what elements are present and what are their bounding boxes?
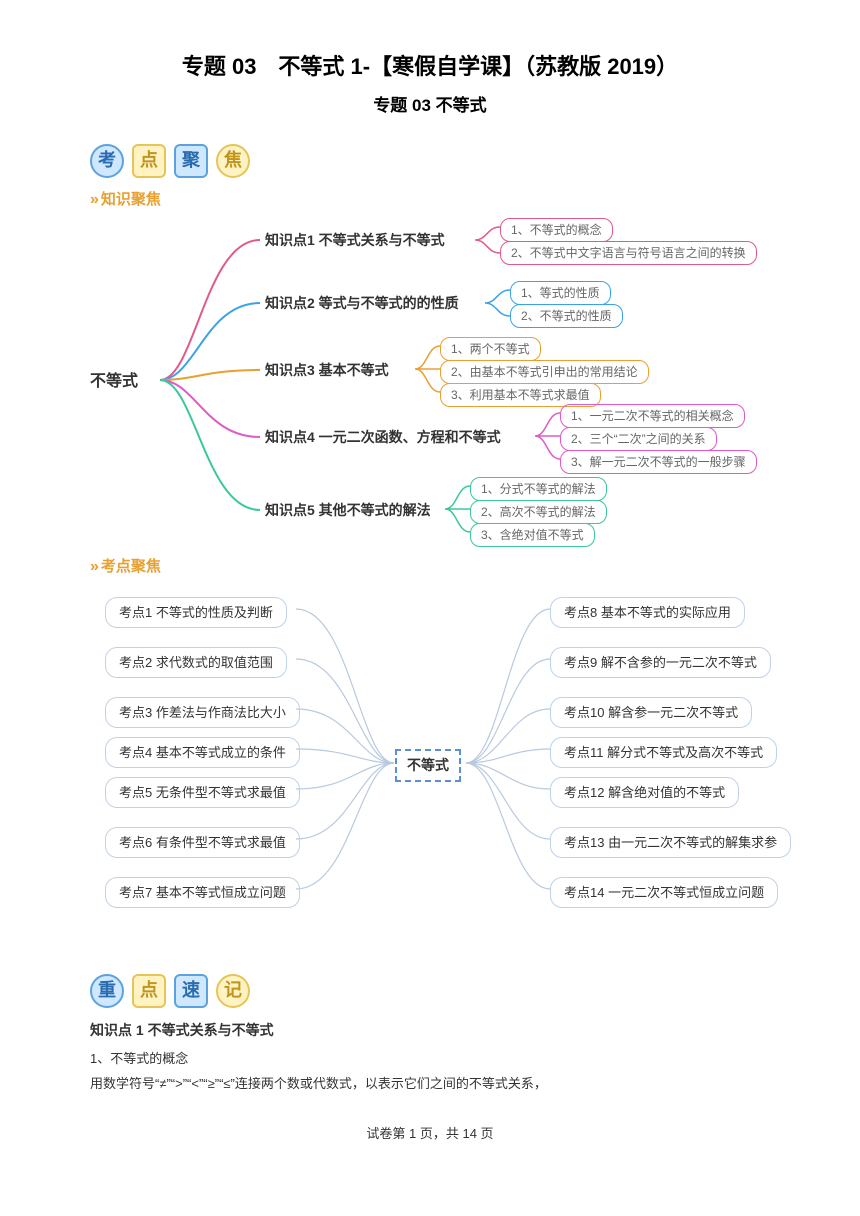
mm1-leaf: 1、不等式的概念 xyxy=(500,218,613,242)
exam-point-box: 考点9 解不含参的一元二次不等式 xyxy=(550,647,771,679)
page-footer: 试卷第 1 页，共 14 页 xyxy=(60,1124,800,1144)
mm1-leaf: 3、解一元二次不等式的一般步骤 xyxy=(560,450,757,474)
mm1-leaf: 1、分式不等式的解法 xyxy=(470,477,607,501)
exam-point-box: 考点6 有条件型不等式求最值 xyxy=(105,827,300,859)
mm1-leaf: 2、不等式中文字语言与符号语言之间的转换 xyxy=(500,241,757,265)
badge-char: 聚 xyxy=(174,144,208,178)
mm1-leaf: 2、由基本不等式引申出的常用结论 xyxy=(440,360,649,384)
heading-exam-points: 考点聚焦 xyxy=(90,555,800,579)
badge-char: 记 xyxy=(216,974,250,1008)
curve-icon xyxy=(535,404,565,469)
mm1-topic-3: 知识点3 基本不等式 xyxy=(265,360,389,381)
badge-char: 速 xyxy=(174,974,208,1008)
badge-char: 重 xyxy=(90,974,124,1008)
badge-char: 考 xyxy=(90,144,124,178)
exam-point-box: 考点12 解含绝对值的不等式 xyxy=(550,777,739,809)
curve-icon xyxy=(415,337,445,402)
mm1-leaf: 1、两个不等式 xyxy=(440,337,541,361)
mm1-leaf: 1、一元二次不等式的相关概念 xyxy=(560,404,745,428)
badge-char: 焦 xyxy=(216,144,250,178)
section-header-focus: 考 点 聚 焦 xyxy=(90,144,800,178)
heading-knowledge: 知识聚焦 xyxy=(90,188,800,212)
mm1-leaf: 2、三个“二次”之间的关系 xyxy=(560,427,717,451)
mm1-topic-2: 知识点2 等式与不等式的的性质 xyxy=(265,293,459,314)
mm1-topic-4: 知识点4 一元二次函数、方程和不等式 xyxy=(265,427,501,448)
mm1-leaf: 1、等式的性质 xyxy=(510,281,611,305)
mindmap-exam-points: 不等式 考点1 不等式的性质及判断 考点2 求代数式的取值范围 考点3 xyxy=(60,579,800,959)
kp1-title: 知识点 1 不等式关系与不等式 xyxy=(90,1020,800,1041)
exam-point-box: 考点2 求代数式的取值范围 xyxy=(105,647,287,679)
kp1-text: 用数学符号“≠”“>”“<”“≥”“≤”连接两个数或代数式，以表示它们之间的不等… xyxy=(90,1074,800,1094)
mm1-leaf: 2、高次不等式的解法 xyxy=(470,500,607,524)
curve-icon xyxy=(475,218,505,263)
mm1-leaf: 3、含绝对值不等式 xyxy=(470,523,595,547)
curve-icon xyxy=(485,281,515,326)
mindmap-root: 不等式 xyxy=(90,370,138,394)
badge-char: 点 xyxy=(132,144,166,178)
exam-point-box: 考点1 不等式的性质及判断 xyxy=(105,597,287,629)
mindmap-knowledge: 不等式 知识点1 不等式关系与不等式 1、不等式的概念 2、不等式中文字语言与符… xyxy=(60,215,800,545)
exam-point-box: 考点5 无条件型不等式求最值 xyxy=(105,777,300,809)
mm1-topic-5: 知识点5 其他不等式的解法 xyxy=(265,500,431,521)
exam-point-box: 考点14 一元二次不等式恒成立问题 xyxy=(550,877,778,909)
exam-point-box: 考点4 基本不等式成立的条件 xyxy=(105,737,300,769)
kp1-sub: 1、不等式的概念 xyxy=(90,1049,800,1069)
page-subtitle: 专题 03 不等式 xyxy=(60,93,800,119)
badge-char: 点 xyxy=(132,974,166,1008)
exam-point-box: 考点8 基本不等式的实际应用 xyxy=(550,597,745,629)
mm1-topic-1: 知识点1 不等式关系与不等式 xyxy=(265,230,445,251)
exam-point-box: 考点13 由一元二次不等式的解集求参 xyxy=(550,827,791,859)
mm1-leaf: 2、不等式的性质 xyxy=(510,304,623,328)
page-title: 专题 03 不等式 1-【寒假自学课】（苏教版 2019） xyxy=(60,50,800,83)
exam-point-box: 考点10 解含参一元二次不等式 xyxy=(550,697,752,729)
mindmap-branches xyxy=(155,215,265,545)
exam-point-box: 考点11 解分式不等式及高次不等式 xyxy=(550,737,777,769)
section-header-memorize: 重 点 速 记 xyxy=(90,974,800,1008)
curve-icon xyxy=(445,477,475,542)
exam-point-box: 考点3 作差法与作商法比大小 xyxy=(105,697,300,729)
exam-point-box: 考点7 基本不等式恒成立问题 xyxy=(105,877,300,909)
